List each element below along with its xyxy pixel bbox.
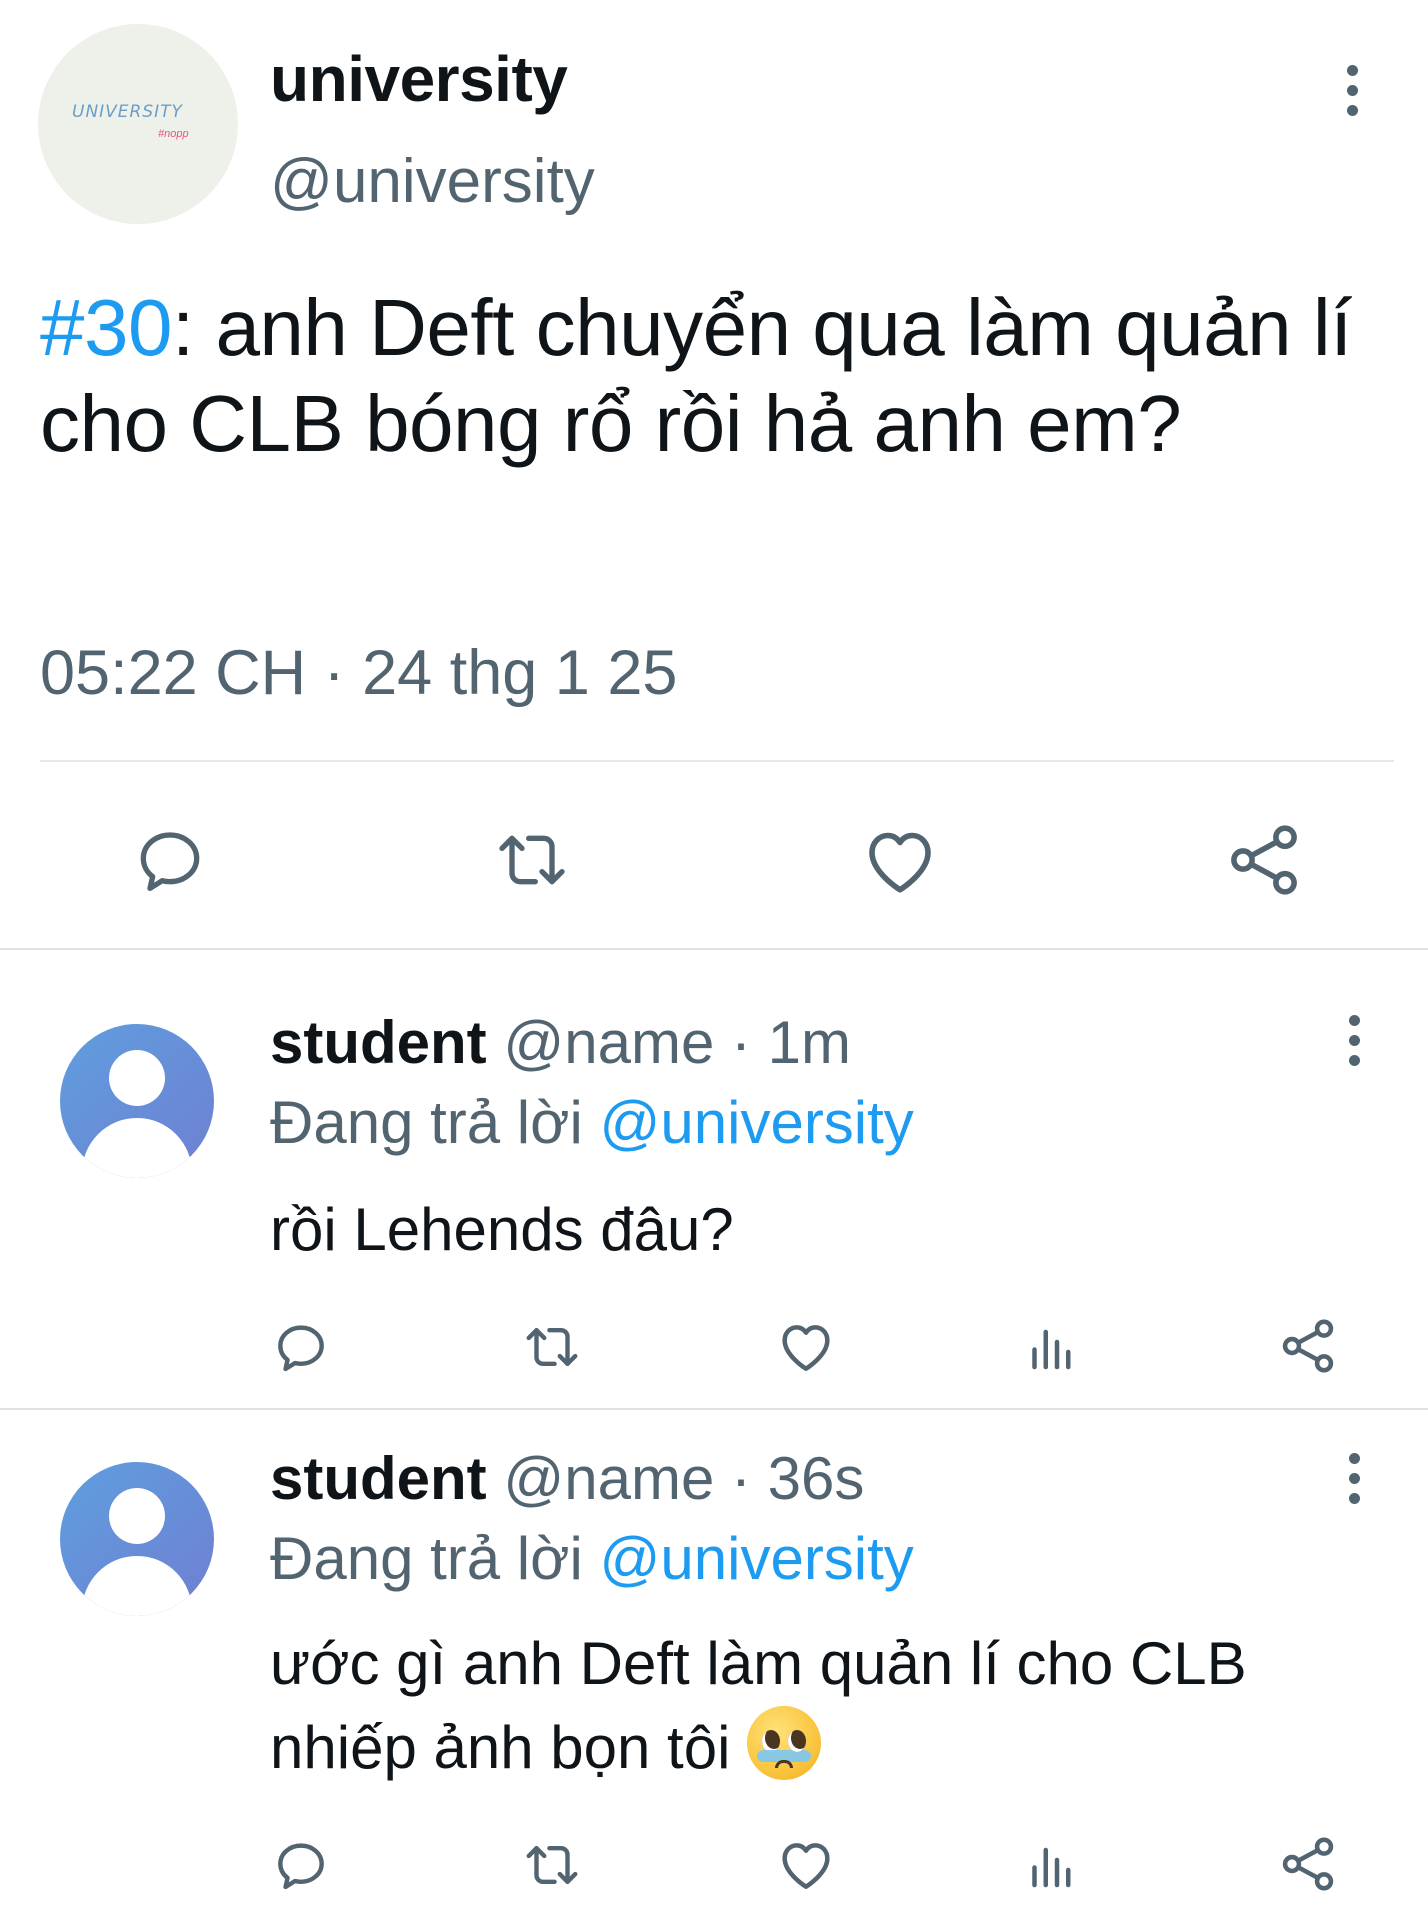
share-icon[interactable] xyxy=(1222,818,1306,902)
author-handle[interactable]: @university xyxy=(270,146,595,217)
default-avatar[interactable] xyxy=(60,1462,214,1616)
default-avatar[interactable] xyxy=(60,1024,214,1178)
reply-display-name[interactable]: student xyxy=(270,1445,487,1512)
views-icon[interactable] xyxy=(1022,1834,1082,1896)
retweet-icon[interactable] xyxy=(490,820,574,900)
reply-text: ước gì anh Deft làm quản lí cho CLB nhiế… xyxy=(270,1622,1400,1790)
divider xyxy=(40,760,1394,762)
views-icon[interactable] xyxy=(1022,1316,1082,1378)
reply-handle[interactable]: @name xyxy=(503,1009,714,1076)
tweet-timestamp[interactable]: 05:22 CH · 24 thg 1 25 xyxy=(40,637,677,709)
reply-text: rồi Lehends đâu? xyxy=(270,1196,734,1263)
replying-to: Đang trả lời @university xyxy=(270,1524,914,1593)
retweet-icon[interactable] xyxy=(520,1316,584,1378)
main-tweet: UNIVERSITY #nopp university @university … xyxy=(0,0,1428,948)
more-options-icon[interactable] xyxy=(1334,1438,1374,1518)
pleading-face-emoji-icon xyxy=(747,1706,822,1780)
separator-dot: · xyxy=(714,1445,768,1512)
like-icon[interactable] xyxy=(858,818,942,902)
reply-icon[interactable] xyxy=(270,1834,332,1896)
replying-prefix: Đang trả lời xyxy=(270,1089,583,1156)
hashtag-link[interactable]: #30 xyxy=(40,283,172,372)
divider xyxy=(0,1408,1428,1410)
share-icon[interactable] xyxy=(1276,1314,1340,1378)
author-display-name[interactable]: university xyxy=(270,42,568,116)
reply-handle[interactable]: @name xyxy=(503,1445,714,1512)
more-options-icon[interactable] xyxy=(1332,48,1372,132)
reply-header: student @name · 1m xyxy=(270,1008,851,1077)
avatar-logo-sub: #nopp xyxy=(158,128,189,140)
reply-time[interactable]: 1m xyxy=(768,1009,851,1076)
replying-prefix: Đang trả lời xyxy=(270,1525,583,1592)
tweet-body: : anh Deft chuyển qua làm quản lí cho CL… xyxy=(40,283,1352,468)
mention-link[interactable]: @university xyxy=(599,1525,913,1592)
university-avatar[interactable]: UNIVERSITY #nopp xyxy=(38,24,238,224)
reply-icon[interactable] xyxy=(270,1316,332,1378)
reply-time[interactable]: 36s xyxy=(768,1445,865,1512)
separator-dot: · xyxy=(714,1009,768,1076)
more-options-icon[interactable] xyxy=(1334,1000,1374,1080)
mention-link[interactable]: @university xyxy=(599,1089,913,1156)
retweet-icon[interactable] xyxy=(520,1834,584,1896)
reply-display-name[interactable]: student xyxy=(270,1009,487,1076)
tweet-text: #30: anh Deft chuyển qua làm quản lí cho… xyxy=(40,280,1410,472)
divider xyxy=(0,948,1428,950)
like-icon[interactable] xyxy=(774,1314,838,1378)
like-icon[interactable] xyxy=(774,1832,838,1896)
replying-to: Đang trả lời @university xyxy=(270,1088,914,1157)
share-icon[interactable] xyxy=(1276,1832,1340,1896)
reply-header: student @name · 36s xyxy=(270,1444,864,1513)
reply-icon[interactable] xyxy=(130,820,210,900)
avatar-logo-text: UNIVERSITY xyxy=(72,102,183,122)
